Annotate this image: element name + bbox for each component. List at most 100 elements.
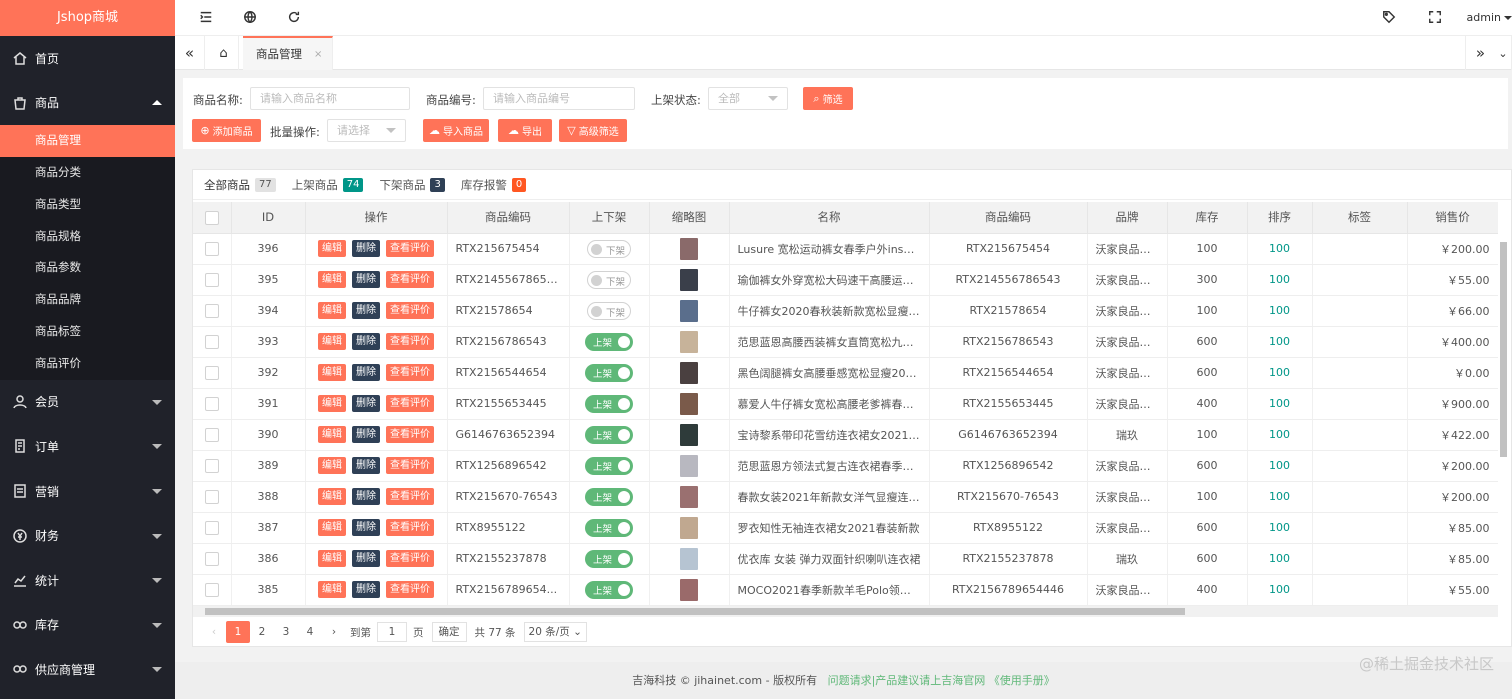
row-checkbox[interactable] [204, 582, 219, 597]
next-page-icon[interactable]: › [322, 621, 346, 643]
name-input[interactable]: 请输入商品名称 [250, 87, 410, 110]
status-switch[interactable]: 上架 [585, 394, 633, 413]
fullscreen-icon[interactable] [1428, 10, 1444, 26]
view-reviews-button[interactable]: 查看评价 [386, 271, 434, 288]
sidebar-item[interactable]: 统计 [0, 558, 175, 603]
sort-cell[interactable]: 100 [1247, 543, 1313, 575]
sort-cell[interactable]: 100 [1247, 295, 1313, 327]
tabs-prev-icon[interactable]: « [175, 36, 205, 70]
status-switch[interactable]: 上架 [585, 580, 633, 599]
delete-button[interactable]: 删除 [352, 364, 380, 381]
row-checkbox[interactable] [204, 458, 219, 473]
sidebar-subitem[interactable]: 商品分类 [0, 157, 175, 189]
delete-button[interactable]: 删除 [352, 395, 380, 412]
table-row[interactable]: 386 编辑 删除 查看评价 RTX2155237878 上架 优衣库 女装 弹力双面针织喇… [193, 543, 1498, 575]
close-icon[interactable]: × [314, 49, 322, 60]
sidebar-item[interactable]: 供应商管理 [0, 647, 175, 692]
edit-button[interactable]: 编辑 [318, 550, 346, 567]
sort-cell[interactable]: 100 [1247, 264, 1313, 296]
menu-toggle-icon[interactable] [199, 10, 215, 26]
column-header[interactable]: 商品编码 [929, 202, 1088, 234]
delete-button[interactable]: 删除 [352, 240, 380, 257]
footer-links[interactable]: 问题请求|产品建议请上吉海官网 《使用手册》 [828, 674, 1055, 687]
product-thumbnail[interactable] [680, 454, 698, 477]
sidebar-item[interactable]: 订单 [0, 424, 175, 469]
column-header[interactable]: 品牌 [1087, 202, 1168, 234]
status-switch[interactable]: 下架 [587, 239, 631, 258]
vertical-scrollbar[interactable] [1499, 236, 1508, 606]
view-reviews-button[interactable]: 查看评价 [386, 488, 434, 505]
edit-button[interactable]: 编辑 [318, 426, 346, 443]
table-row[interactable]: 392 编辑 删除 查看评价 RTX2156544654 上架 黑色阔腿裤女高腰垂感宽松显瘦… [193, 357, 1498, 389]
delete-button[interactable]: 删除 [352, 550, 380, 567]
tab-product-management[interactable]: 商品管理 × [243, 36, 333, 70]
sort-cell[interactable]: 100 [1247, 450, 1313, 482]
product-thumbnail[interactable] [680, 485, 698, 508]
row-checkbox[interactable] [204, 272, 219, 287]
table-row[interactable]: 390 编辑 删除 查看评价 G6146763652394 上架 宝诗黎系带印花雪纺连衣裙女… [193, 419, 1498, 451]
confirm-button[interactable]: 确定 [431, 622, 467, 642]
product-thumbnail[interactable] [680, 516, 698, 539]
edit-button[interactable]: 编辑 [318, 519, 346, 536]
table-row[interactable]: 396 编辑 删除 查看评价 RTX215675454 下架 Lusure 宽松运动裤女春季… [193, 233, 1498, 265]
column-header[interactable]: 销售价 [1407, 202, 1498, 234]
import-button[interactable]: ☁ 导入商品 [423, 119, 489, 142]
status-switch[interactable]: 上架 [585, 332, 633, 351]
scroll-thumb[interactable] [205, 608, 1185, 615]
advanced-filter-button[interactable]: ▽ 高级筛选 [559, 119, 627, 142]
per-page-select[interactable]: 20 条/页 ⌄ [523, 622, 587, 642]
edit-button[interactable]: 编辑 [318, 581, 346, 598]
sidebar-item[interactable]: 会员 [0, 380, 175, 425]
product-tab[interactable]: 上架商品 74 [292, 170, 364, 200]
status-switch[interactable]: 上架 [585, 425, 633, 444]
row-checkbox[interactable] [204, 365, 219, 380]
scroll-thumb[interactable] [1500, 242, 1507, 457]
sidebar-subitem[interactable]: 商品参数 [0, 252, 175, 284]
status-switch[interactable]: 下架 [587, 301, 631, 320]
view-reviews-button[interactable]: 查看评价 [386, 302, 434, 319]
sort-cell[interactable]: 100 [1247, 357, 1313, 389]
view-reviews-button[interactable]: 查看评价 [386, 395, 434, 412]
tabs-menu-icon[interactable]: ⌄ [1495, 36, 1512, 70]
product-thumbnail[interactable] [680, 578, 698, 601]
product-thumbnail[interactable] [680, 330, 698, 353]
add-product-button[interactable]: ⊕ 添加商品 [192, 119, 261, 142]
row-checkbox[interactable] [204, 551, 219, 566]
tabs-next-icon[interactable]: » [1465, 36, 1495, 70]
column-header[interactable]: 库存 [1167, 202, 1248, 234]
product-tab[interactable]: 下架商品 3 [379, 170, 445, 200]
edit-button[interactable]: 编辑 [318, 395, 346, 412]
sidebar-subitem[interactable]: 商品类型 [0, 189, 175, 221]
product-thumbnail[interactable] [680, 392, 698, 415]
status-switch[interactable]: 上架 [585, 487, 633, 506]
column-header[interactable]: 名称 [729, 202, 930, 234]
sort-cell[interactable]: 100 [1247, 574, 1313, 606]
table-row[interactable]: 394 编辑 删除 查看评价 RTX21578654 下架 牛仔裤女2020春秋装新款宽松显… [193, 295, 1498, 327]
column-header[interactable]: 缩略图 [649, 202, 730, 234]
page-number[interactable]: 4 [298, 621, 322, 643]
table-row[interactable]: 387 编辑 删除 查看评价 RTX8955122 上架 罗衣知性无袖连衣裙女2021春装新… [193, 512, 1498, 544]
sidebar-subitem[interactable]: 商品标签 [0, 316, 175, 348]
view-reviews-button[interactable]: 查看评价 [386, 364, 434, 381]
sidebar-subitem[interactable]: 商品评价 [0, 348, 175, 380]
edit-button[interactable]: 编辑 [318, 271, 346, 288]
home-tab-icon[interactable]: ⌂ [209, 36, 239, 70]
status-switch[interactable]: 上架 [585, 518, 633, 537]
sort-cell[interactable]: 100 [1247, 512, 1313, 544]
sidebar-subitem[interactable]: 商品管理 [0, 125, 175, 157]
sort-cell[interactable]: 100 [1247, 388, 1313, 420]
row-checkbox[interactable] [204, 489, 219, 504]
batch-select[interactable]: 请选择 [327, 119, 406, 142]
product-thumbnail[interactable] [680, 299, 698, 322]
status-switch[interactable]: 下架 [587, 270, 631, 289]
edit-button[interactable]: 编辑 [318, 457, 346, 474]
delete-button[interactable]: 删除 [352, 426, 380, 443]
product-thumbnail[interactable] [680, 547, 698, 570]
column-header[interactable]: 排序 [1247, 202, 1313, 234]
column-header[interactable]: 商品编码 [447, 202, 570, 234]
delete-button[interactable]: 删除 [352, 488, 380, 505]
prev-page-icon[interactable]: ‹ [202, 621, 226, 643]
sort-cell[interactable]: 100 [1247, 233, 1313, 265]
edit-button[interactable]: 编辑 [318, 240, 346, 257]
product-tab[interactable]: 库存报警 0 [461, 170, 527, 200]
